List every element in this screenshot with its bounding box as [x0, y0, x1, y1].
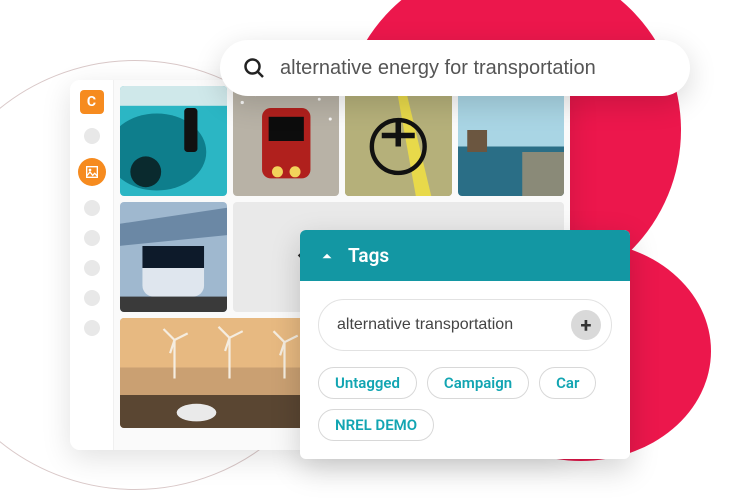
add-tag-button[interactable]: + [571, 310, 601, 340]
app-logo-letter: C [87, 94, 96, 110]
sidebar: C [70, 80, 114, 450]
app-logo[interactable]: C [80, 90, 104, 114]
image-icon [84, 164, 100, 180]
tag-chip-car[interactable]: Car [539, 367, 596, 399]
sidebar-item-placeholder[interactable] [84, 230, 100, 246]
grid-image-ev-charging[interactable] [120, 86, 227, 196]
sidebar-item-placeholder[interactable] [84, 200, 100, 216]
tags-panel: Tags + Untagged Campaign Car NREL DEMO [300, 230, 630, 459]
tag-chip-nrel-demo[interactable]: NREL DEMO [318, 409, 434, 441]
tag-chip-campaign[interactable]: Campaign [427, 367, 529, 399]
search-input[interactable] [280, 57, 668, 80]
tag-chip-untagged[interactable]: Untagged [318, 367, 417, 399]
tags-panel-title: Tags [348, 244, 389, 267]
tags-panel-header[interactable]: Tags [300, 230, 630, 281]
grid-image-coast[interactable] [458, 86, 565, 196]
sidebar-item-placeholder[interactable] [84, 290, 100, 306]
grid-image-metro[interactable] [120, 202, 227, 312]
chevron-up-icon [318, 247, 336, 265]
grid-image-tram[interactable] [233, 86, 340, 196]
grid-image-bicycle[interactable] [345, 86, 452, 196]
sidebar-item-placeholder[interactable] [84, 260, 100, 276]
tag-input-row: + [318, 299, 612, 351]
sidebar-item-images[interactable] [78, 158, 106, 186]
plus-icon: + [581, 313, 592, 337]
tag-input[interactable] [337, 316, 561, 334]
search-bar[interactable] [220, 40, 690, 96]
tag-chip-list: Untagged Campaign Car NREL DEMO [318, 367, 612, 441]
sidebar-item-placeholder[interactable] [84, 128, 100, 144]
search-icon [242, 56, 266, 80]
sidebar-item-placeholder[interactable] [84, 320, 100, 336]
tags-panel-body: + Untagged Campaign Car NREL DEMO [300, 281, 630, 459]
